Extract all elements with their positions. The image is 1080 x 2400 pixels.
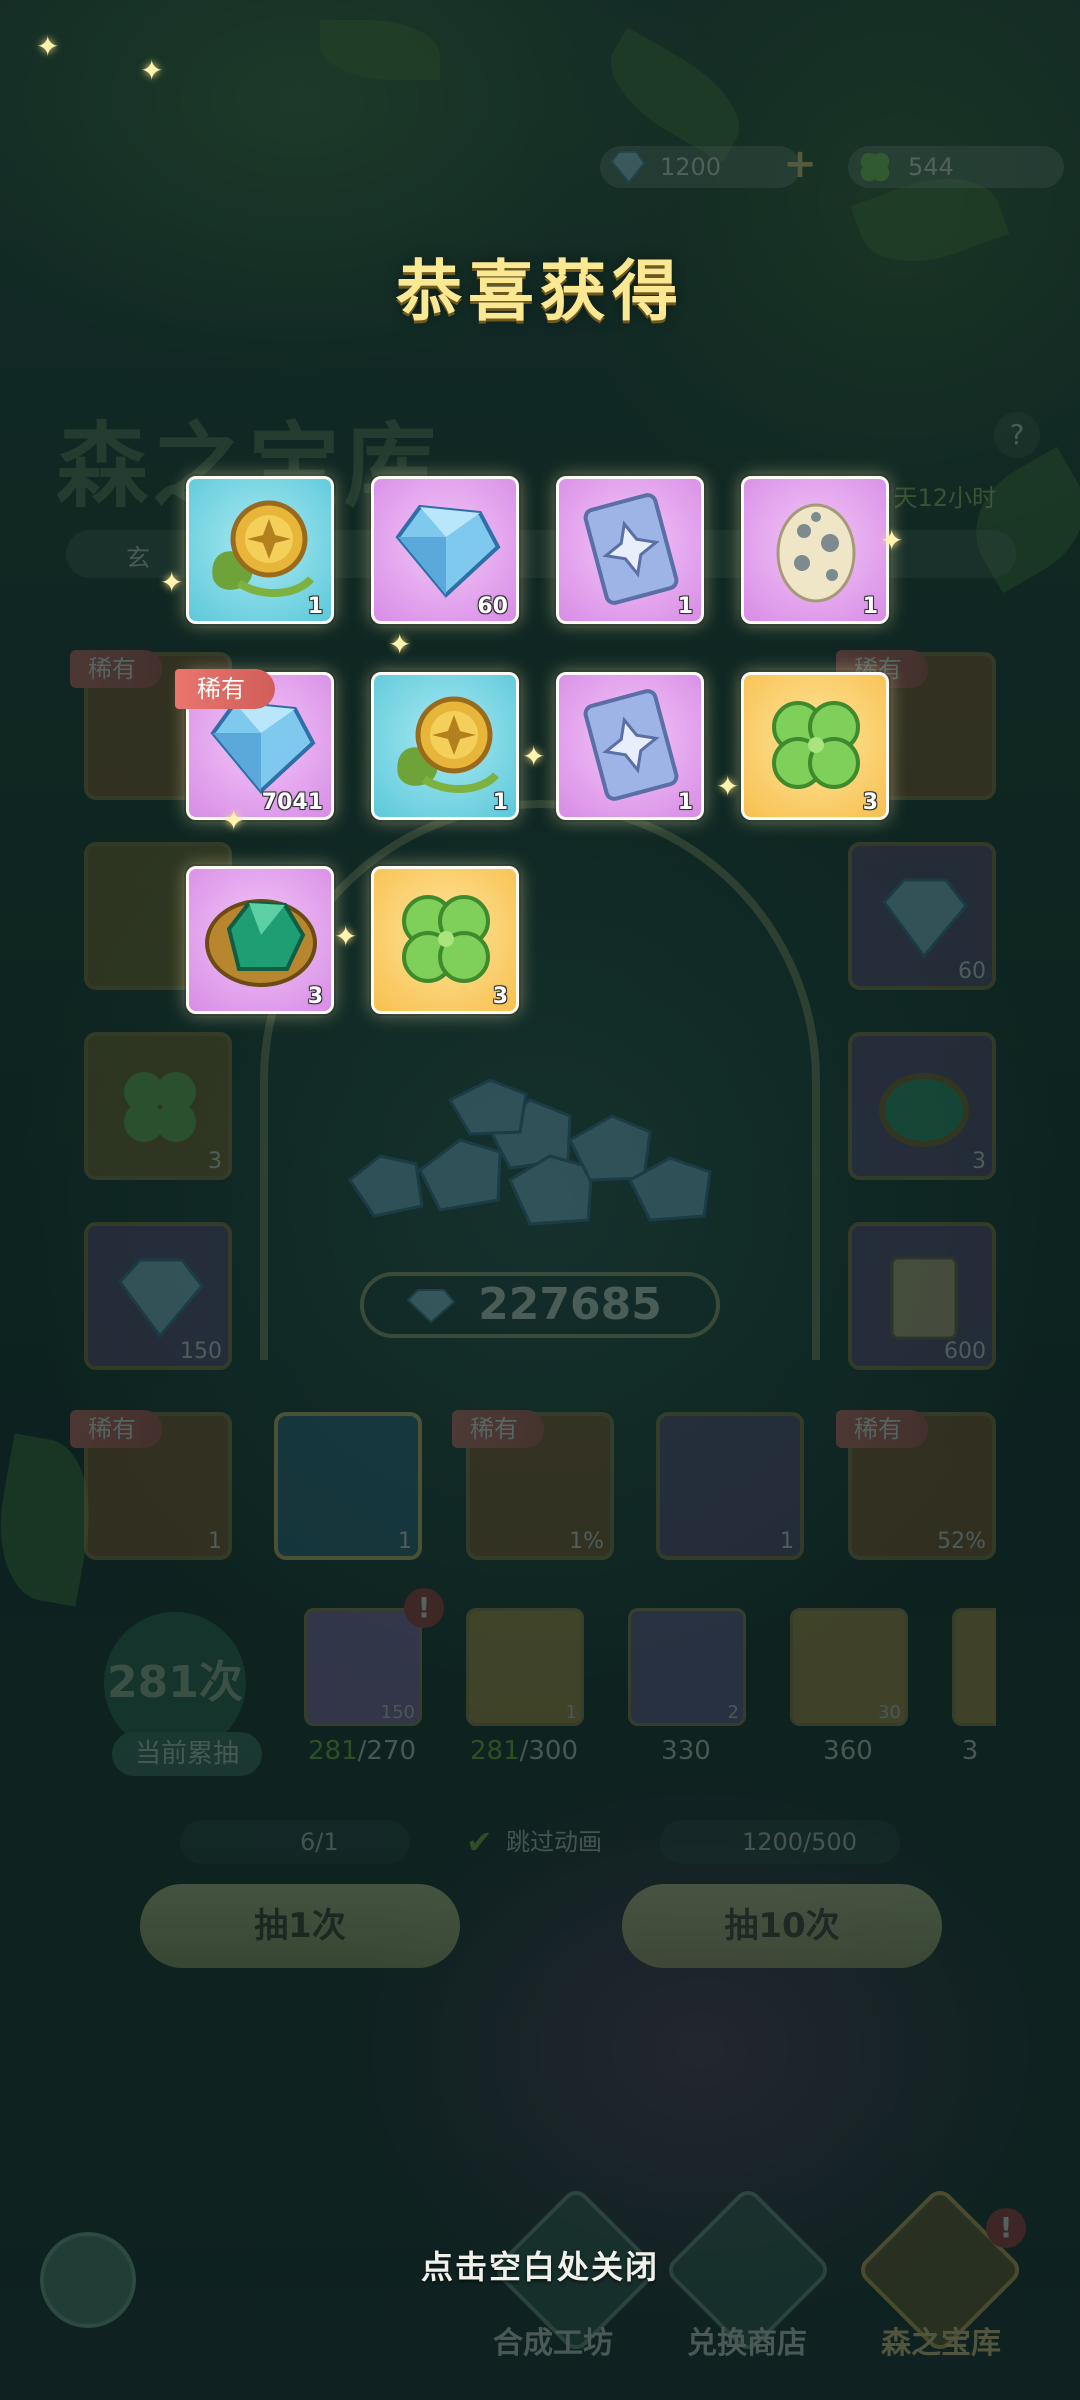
sparkle-icon: ✦ (388, 628, 412, 661)
sparkle-icon: ✦ (140, 54, 164, 87)
reward-item: 3 (186, 866, 334, 1014)
gold-coin-icon (397, 696, 499, 793)
reward-item: 60 (371, 476, 519, 624)
sparkle-icon: ✦ (160, 566, 184, 599)
close-hint[interactable]: 点击空白处关闭 (0, 2242, 1080, 2288)
skill-card-icon (583, 493, 679, 605)
sparkle-icon: ✦ (222, 804, 246, 837)
sparkle-icon: ✦ (36, 30, 60, 63)
reward-item: 1 (186, 476, 334, 624)
reward-item: 1 (371, 672, 519, 820)
clover-icon (402, 895, 490, 983)
reward-item: 1 (556, 476, 704, 624)
reward-item: 3 (741, 672, 889, 820)
modal-backdrop[interactable] (0, 0, 1080, 2400)
reward-item: 1 (556, 672, 704, 820)
sparkle-icon: ✦ (334, 920, 358, 953)
skill-card-icon (583, 689, 679, 801)
rare-tag: 稀有 (175, 669, 275, 709)
sparkle-icon: ✦ (880, 524, 904, 557)
emerald-icon (205, 899, 317, 987)
gold-coin-icon (212, 500, 314, 597)
reward-item: 7041 稀有 (175, 669, 334, 820)
reward-item: 1 (741, 476, 889, 624)
egg-icon (776, 503, 856, 603)
sparkle-icon: ✦ (522, 740, 546, 773)
diamond-icon (395, 504, 501, 598)
reward-title: 恭喜获得 (396, 253, 684, 330)
sparkle-icon: ✦ (716, 770, 740, 803)
clover-icon (772, 701, 860, 789)
reward-item: 3 (371, 866, 519, 1014)
